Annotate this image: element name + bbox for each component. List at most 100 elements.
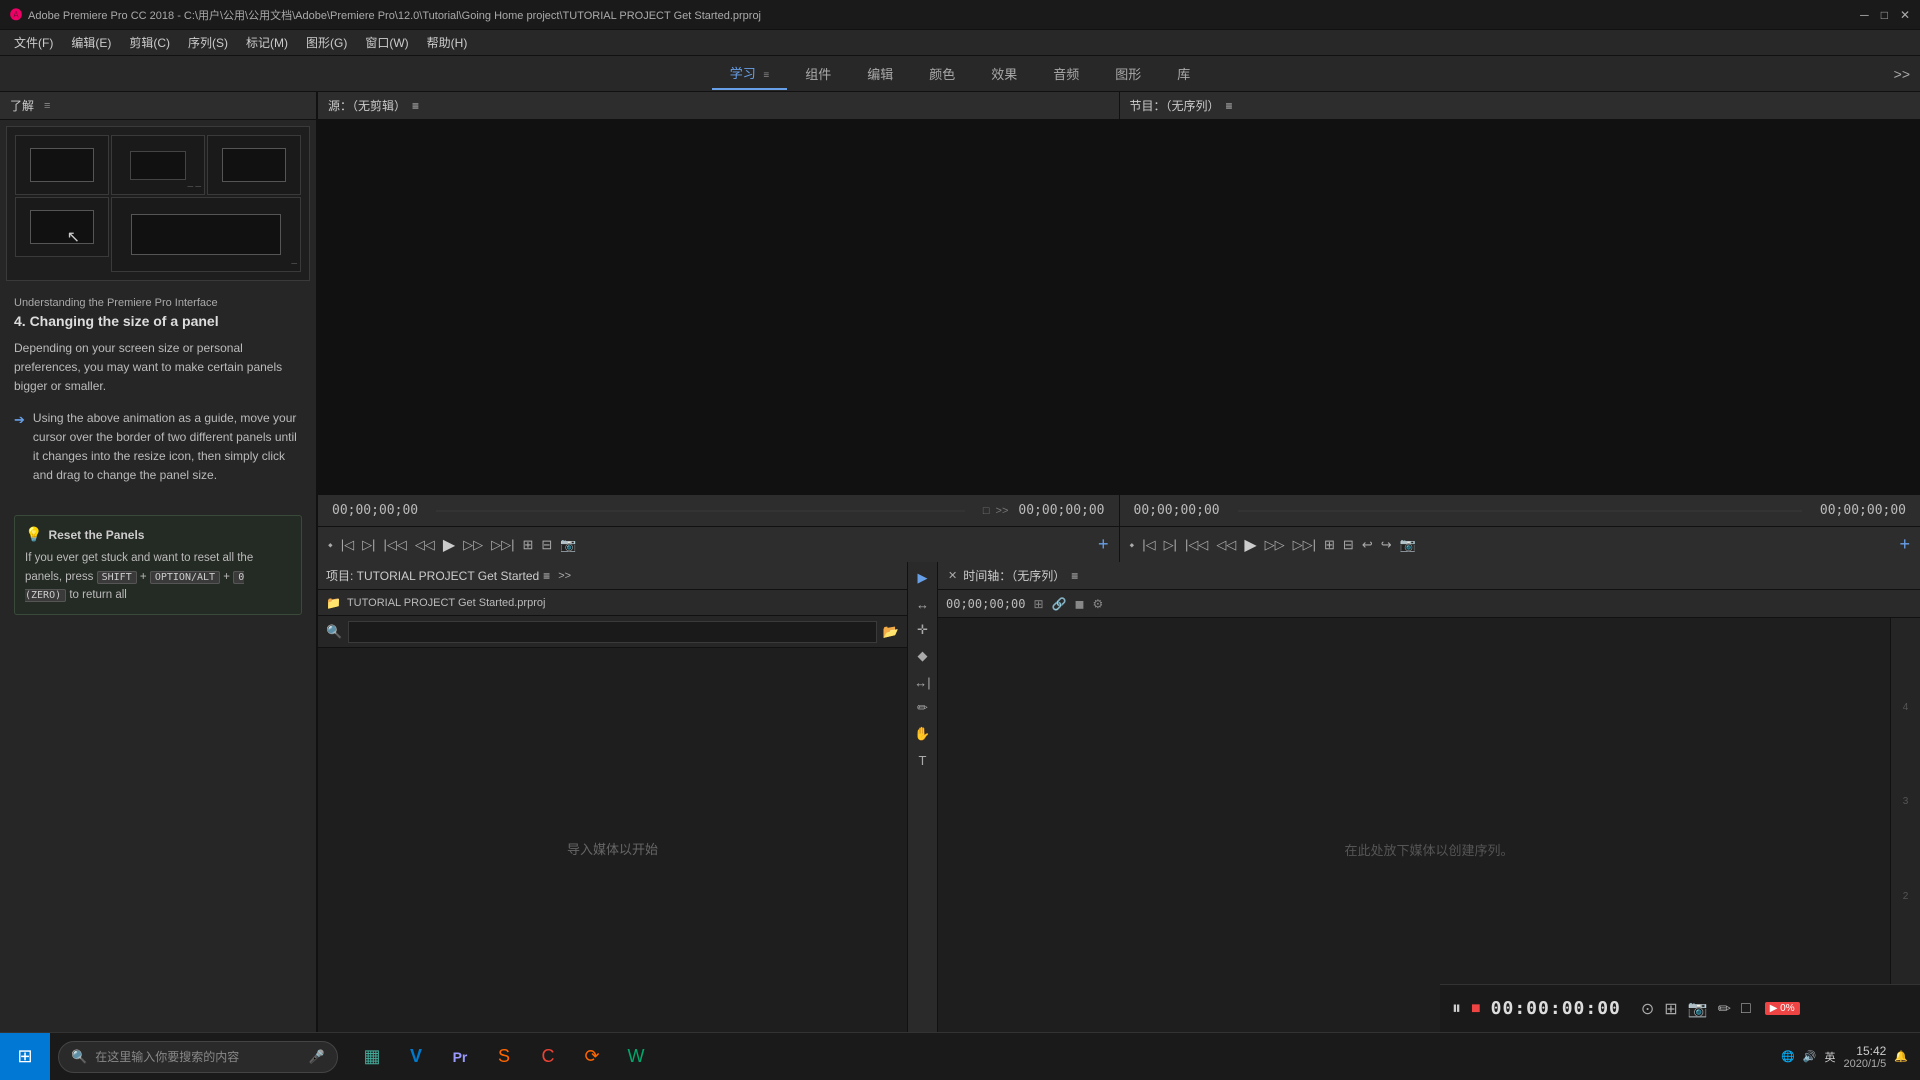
source-ctrl-camera[interactable]: 📷 (560, 537, 576, 553)
tool-ripple[interactable]: ✛ (911, 620, 935, 640)
program-ctrl-camera[interactable]: 📷 (1400, 537, 1416, 553)
menu-help[interactable]: 帮助(H) (419, 32, 476, 53)
menu-window[interactable]: 窗口(W) (357, 32, 416, 53)
program-monitor: 节目：（无序列） ≡ 00;00;00;00 00;00;00;00 ⬩ |◁ … (1120, 92, 1920, 562)
taskbar: ⊞ 🔍 在这里输入你要搜索的内容 🎤 ▦ V Pr S C ⟳ W 🌐 🔊 英 … (0, 1032, 1920, 1080)
menu-file[interactable]: 文件(F) (6, 32, 61, 53)
learn-panel-menu-icon[interactable]: ≡ (44, 100, 50, 112)
taskbar-browser[interactable]: ⟳ (572, 1037, 612, 1077)
program-ctrl-2[interactable]: |◁ (1142, 537, 1155, 553)
program-ctrl-6[interactable]: ⊟ (1343, 537, 1354, 553)
tool-selection[interactable]: ▶ (911, 568, 935, 588)
tab-assembly[interactable]: 组件 (787, 58, 849, 89)
program-ctrl-out[interactable]: ▷▷| (1293, 537, 1316, 553)
tab-more-button[interactable]: >> (1894, 66, 1910, 82)
program-timecode-bar: 00;00;00;00 00;00;00;00 (1120, 494, 1920, 526)
tab-learn[interactable]: 学习 ≡ (712, 57, 787, 90)
project-panel-expand-icon[interactable]: >> (558, 570, 571, 582)
timeline-ctrl-settings[interactable]: ⚙ (1092, 597, 1103, 611)
hint-kbd1: SHIFT (97, 571, 137, 584)
tab-color[interactable]: 颜色 (911, 58, 973, 89)
program-play-button[interactable]: ▶ (1244, 535, 1256, 555)
taskbar-network-icon[interactable]: 🌐 (1781, 1050, 1795, 1063)
timeline-close-icon[interactable]: ✕ (948, 569, 957, 582)
playback-stop-button[interactable]: ■ (1471, 1000, 1481, 1018)
playback-pause-button[interactable]: ⏸ (1452, 998, 1461, 1019)
project-search-input[interactable] (348, 621, 877, 643)
playback-settings-icon[interactable]: ⊙ (1641, 999, 1654, 1019)
timeline-ctrl-markers[interactable]: ◼ (1075, 597, 1085, 611)
playback-camera-icon[interactable]: 📷 (1688, 999, 1708, 1019)
minimize-button[interactable]: ─ (1860, 8, 1869, 22)
start-button[interactable]: ⊞ (0, 1033, 50, 1080)
thumb-5-text: ─ (291, 259, 297, 268)
tab-effects[interactable]: 效果 (973, 58, 1035, 89)
source-settings-icon[interactable]: □ (983, 505, 990, 517)
tool-razor[interactable]: ◆ (911, 646, 935, 666)
source-add-button[interactable]: + (1098, 534, 1109, 555)
taskbar-task-view[interactable]: ▦ (352, 1037, 392, 1077)
source-play-button[interactable]: ▶ (443, 535, 455, 555)
program-ctrl-5[interactable]: ⊞ (1324, 537, 1335, 553)
taskbar-mic-icon[interactable]: 🎤 (309, 1049, 325, 1065)
menu-clip[interactable]: 剪辑(C) (121, 32, 178, 53)
project-panel-menu-icon[interactable]: ≡ (543, 569, 550, 583)
tab-library[interactable]: 库 (1159, 58, 1208, 89)
menu-sequence[interactable]: 序列(S) (180, 32, 236, 53)
taskbar-chrome[interactable]: C (528, 1037, 568, 1077)
taskbar-app-s[interactable]: S (484, 1037, 524, 1077)
maximize-button[interactable]: □ (1881, 8, 1888, 22)
source-ctrl-in[interactable]: |◁◁ (383, 537, 406, 553)
project-new-bin-icon[interactable]: 📂 (883, 624, 899, 640)
program-ctrl-7[interactable]: ↩ (1362, 537, 1373, 553)
program-ctrl-fwd[interactable]: ▷▷ (1265, 537, 1285, 553)
source-ctrl-2[interactable]: |◁ (341, 537, 354, 553)
timeline-ctrl-snap[interactable]: ⊞ (1033, 597, 1043, 611)
taskbar-app-w[interactable]: W (616, 1037, 656, 1077)
program-ctrl-8[interactable]: ↪ (1381, 537, 1392, 553)
taskbar-lang: 英 (1824, 1049, 1835, 1065)
menu-mark[interactable]: 标记(M) (238, 32, 296, 53)
playback-edit-icon[interactable]: ✏ (1718, 999, 1731, 1019)
tool-pen[interactable]: ✏ (911, 698, 935, 718)
source-monitor-menu-icon[interactable]: ≡ (412, 99, 419, 113)
tab-audio[interactable]: 音频 (1035, 58, 1097, 89)
timeline-timecode: 00;00;00;00 (946, 597, 1025, 611)
menu-graphics[interactable]: 图形(G) (298, 32, 355, 53)
source-ctrl-3[interactable]: ▷| (362, 537, 375, 553)
source-ctrl-back[interactable]: ◁◁ (415, 537, 435, 553)
program-ctrl-3[interactable]: ▷| (1164, 537, 1177, 553)
menu-edit[interactable]: 编辑(E) (63, 32, 119, 53)
timeline-ctrl-link[interactable]: 🔗 (1052, 597, 1067, 611)
program-ctrl-back[interactable]: ◁◁ (1216, 537, 1236, 553)
source-ctrl-out[interactable]: ▷▷| (491, 537, 514, 553)
taskbar-premiere[interactable]: Pr (440, 1037, 480, 1077)
tab-edit[interactable]: 编辑 (849, 58, 911, 89)
playback-export-icon[interactable]: □ (1741, 1000, 1751, 1018)
source-ctrl-6[interactable]: ⊟ (541, 537, 552, 553)
program-ctrl-in[interactable]: |◁◁ (1185, 537, 1208, 553)
tool-hand[interactable]: ✋ (911, 724, 935, 744)
source-ctrl-5[interactable]: ⊞ (523, 537, 534, 553)
window-controls[interactable]: ─ □ ✕ (1860, 8, 1910, 22)
taskbar-search[interactable]: 🔍 在这里输入你要搜索的内容 🎤 (58, 1041, 338, 1073)
timeline-menu-icon[interactable]: ≡ (1071, 569, 1078, 583)
program-timecode-left: 00;00;00;00 (1134, 503, 1220, 518)
tool-type[interactable]: T (911, 750, 935, 770)
taskbar-vs-code[interactable]: V (396, 1037, 436, 1077)
taskbar-volume-icon[interactable]: 🔊 (1803, 1050, 1817, 1063)
taskbar-clock[interactable]: 15:42 2020/1/5 (1843, 1044, 1886, 1070)
taskbar-notification-icon[interactable]: 🔔 (1894, 1050, 1908, 1063)
tool-slip[interactable]: ↔| (911, 672, 935, 692)
source-add-icon[interactable]: >> (996, 505, 1009, 517)
tab-graphics[interactable]: 图形 (1097, 58, 1159, 89)
playback-grid-icon[interactable]: ⊞ (1664, 999, 1677, 1019)
tool-track-select[interactable]: ↔ (911, 594, 935, 614)
source-ctrl-1[interactable]: ⬩ (328, 537, 333, 553)
thumb-3-rect (222, 148, 286, 183)
program-ctrl-1[interactable]: ⬩ (1130, 537, 1135, 553)
program-add-button[interactable]: + (1899, 534, 1910, 555)
source-ctrl-fwd[interactable]: ▷▷ (463, 537, 483, 553)
program-monitor-menu-icon[interactable]: ≡ (1226, 99, 1233, 113)
close-button[interactable]: ✕ (1900, 8, 1910, 22)
